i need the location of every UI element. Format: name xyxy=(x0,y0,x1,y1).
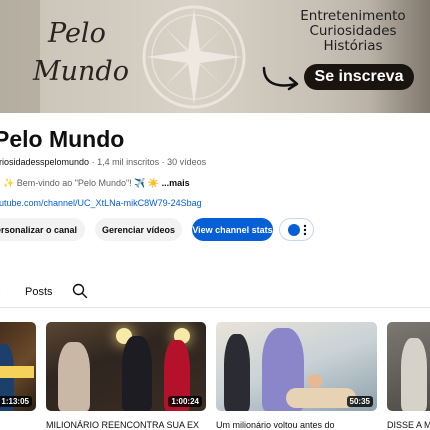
video-title[interactable]: Um milionário voltou antes do xyxy=(216,420,335,430)
view-channel-stats-button[interactable]: View channel stats xyxy=(192,218,273,241)
banner-topics: Entretenimento Curiosidades Histórias xyxy=(288,9,418,54)
compass-rose-icon xyxy=(142,5,246,109)
banner-script-mundo: Mundo xyxy=(33,56,129,87)
video-thumbnail[interactable]: 50:35 xyxy=(216,322,377,411)
video-duration: 1:13:05 xyxy=(0,396,32,407)
thumbnail-figure xyxy=(122,336,152,411)
thumbnail-figure xyxy=(58,342,90,411)
channel-description[interactable]: ✨ Bem-vindo ao "Pelo Mundo"! ✈️ ☀️ ...ma… xyxy=(3,178,190,189)
subscriber-count: 1,4 mil inscritos xyxy=(97,157,160,167)
video-thumbnail[interactable]: 1:13:05 xyxy=(0,322,36,411)
kebab-menu-icon xyxy=(303,224,307,236)
thumbnail-caption-strip xyxy=(0,366,34,378)
channel-link[interactable]: outube.com/channel/UC_XtLNa-mikC8W79-24S… xyxy=(0,198,202,208)
banner-topic: Curiosidades xyxy=(309,23,397,39)
channel-tabs: ts Posts xyxy=(0,282,430,308)
thumbnail-figure xyxy=(224,334,250,411)
video-count: 30 vídeos xyxy=(167,157,207,167)
more-actions-button[interactable] xyxy=(279,218,314,241)
video-duration: 50:35 xyxy=(346,396,373,407)
video-thumbnail[interactable] xyxy=(387,322,430,411)
tab-shorts[interactable]: ts xyxy=(0,286,1,298)
channel-handle: uriosidadesspelomundo xyxy=(0,157,90,167)
channel-title: Pelo Mundo xyxy=(0,126,125,152)
channel-banner: Pelo Mundo Entretenimento Curiosidades H… xyxy=(0,0,430,113)
curved-arrow-icon xyxy=(262,66,299,91)
description-text: ✨ Bem-vindo ao "Pelo Mundo"! ✈️ ☀️ xyxy=(3,178,162,188)
more-link[interactable]: ...mais xyxy=(162,178,190,188)
thumbnail-figure xyxy=(401,338,427,411)
tab-posts[interactable]: Posts xyxy=(25,286,53,298)
banner-script-pelo: Pelo xyxy=(48,18,106,49)
thumbnail-basin xyxy=(286,388,356,408)
banner-topic: Histórias xyxy=(323,38,383,54)
video-thumbnail[interactable]: 1:00:24 xyxy=(46,322,206,411)
video-duration: 1:00:24 xyxy=(168,396,202,407)
manage-videos-button[interactable]: Gerenciar vídeos xyxy=(95,218,182,241)
meta-separator: · xyxy=(89,157,98,167)
thumbnail-baby xyxy=(308,374,322,388)
video-title[interactable]: DISSE A MI xyxy=(387,420,430,430)
search-icon[interactable] xyxy=(72,283,88,299)
meta-separator: · xyxy=(159,157,168,167)
banner-subscribe-cta: Se inscreva xyxy=(304,64,414,90)
banner-topic: Entretenimento xyxy=(300,8,406,24)
channel-meta: uriosidadesspelomundo · 1,4 mil inscrito… xyxy=(0,157,206,167)
customize-channel-button[interactable]: Personalizar o canal xyxy=(0,218,85,241)
analytics-icon xyxy=(288,224,300,236)
video-title[interactable]: MILIONÁRIO REENCONTRA SUA EX xyxy=(46,420,199,430)
